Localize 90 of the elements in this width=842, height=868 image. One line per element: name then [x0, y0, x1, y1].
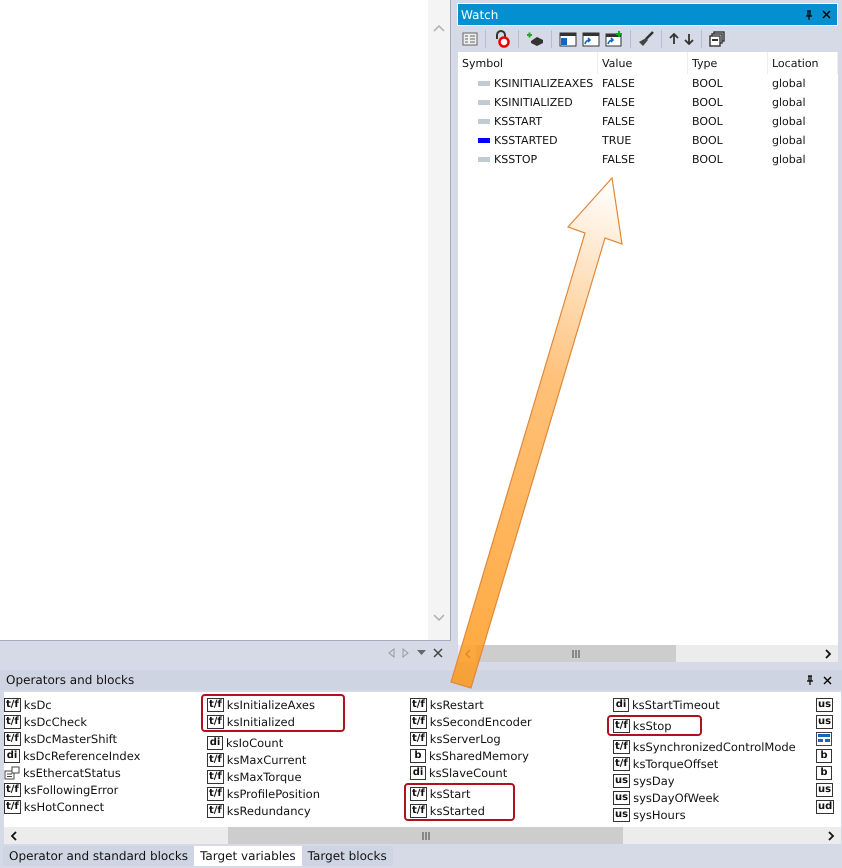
type-badge: t/f: [4, 800, 21, 814]
table-cell: global: [772, 153, 806, 166]
table-cell: KSSTART: [494, 115, 542, 128]
list-item[interactable]: ksFollowingError: [24, 782, 118, 796]
type-badge: t/f: [207, 752, 224, 766]
type-badge: ud: [816, 800, 834, 814]
type-badge: us: [816, 698, 834, 712]
list-item[interactable]: ksSlaveCount: [429, 766, 508, 780]
type-badge: di: [207, 736, 223, 750]
type-badge: t/f: [207, 714, 224, 728]
type-badge: b: [410, 748, 426, 762]
type-badge: t/f: [613, 718, 630, 732]
list-item[interactable]: ksInitialized: [226, 714, 295, 728]
column-header[interactable]: Value: [598, 52, 688, 74]
type-badge: us: [613, 790, 630, 804]
list-item[interactable]: ksSynchronizedControlMode: [632, 740, 796, 754]
list-item[interactable]: ksStartTimeout: [632, 698, 720, 712]
type-badge: t/f: [4, 714, 21, 728]
list-item[interactable]: ksDcCheck: [24, 714, 88, 728]
type-badge: t/f: [4, 782, 21, 796]
list-item[interactable]: ksTorqueOffset: [632, 756, 718, 770]
list-item[interactable]: ksMaxTorque: [226, 770, 302, 784]
tab[interactable]: Target blocks: [302, 846, 393, 866]
list-item[interactable]: ksServerLog: [430, 732, 501, 746]
column-header[interactable]: Symbol: [458, 52, 598, 74]
table-cell: global: [772, 77, 806, 90]
table-cell: KSINITIALIZEAXES: [494, 77, 594, 90]
type-badge: t/f: [613, 740, 630, 754]
type-badge: us: [613, 808, 630, 822]
type-badge: b: [816, 766, 832, 780]
tab[interactable]: Target variables: [194, 846, 302, 866]
table-cell: KSINITIALIZED: [494, 96, 573, 109]
table-cell: KSSTOP: [494, 153, 538, 166]
list-item[interactable]: ksInitializeAxes: [226, 698, 315, 712]
panel-title: Operators and blocks: [6, 673, 134, 687]
type-badge: us: [613, 774, 630, 788]
type-badge: di: [410, 766, 426, 780]
column-header[interactable]: Location: [768, 52, 838, 74]
list-item[interactable]: sysDayOfWeek: [633, 790, 720, 804]
list-item[interactable]: ksStart: [430, 786, 471, 800]
table-cell: BOOL: [692, 153, 723, 166]
list-item[interactable]: ksStop: [632, 718, 672, 732]
list-item[interactable]: ksDcMasterShift: [24, 732, 118, 746]
list-item[interactable]: ksRestart: [430, 698, 484, 712]
panel-title: Watch: [461, 8, 498, 22]
type-badge: t/f: [410, 714, 427, 728]
table-cell: global: [772, 96, 806, 109]
list-item[interactable]: ksIoCount: [226, 736, 284, 750]
table-cell: FALSE: [602, 153, 635, 166]
list-item[interactable]: ksMaxCurrent: [226, 752, 306, 766]
table-cell: BOOL: [692, 115, 723, 128]
list-item[interactable]: ksSecondEncoder: [430, 714, 532, 728]
list-item[interactable]: ksProfilePosition: [226, 786, 320, 800]
type-badge: t/f: [410, 732, 427, 746]
table-cell: BOOL: [692, 77, 723, 90]
table-cell: BOOL: [692, 96, 723, 109]
list-item[interactable]: ksHotConnect: [24, 800, 104, 814]
type-badge: t/f: [410, 786, 427, 800]
tab[interactable]: Operator and standard blocks: [3, 846, 194, 866]
table-cell: FALSE: [602, 96, 635, 109]
list-item[interactable]: ksSharedMemory: [429, 748, 529, 762]
type-badge: t/f: [4, 732, 21, 746]
table-cell: FALSE: [602, 115, 635, 128]
type-badge: t/f: [4, 698, 21, 712]
list-item[interactable]: sysDay: [633, 774, 675, 788]
table-cell: global: [772, 134, 806, 147]
list-item[interactable]: ksEthercatStatus: [23, 766, 121, 780]
type-badge: b: [816, 748, 832, 762]
table-cell: BOOL: [692, 134, 723, 147]
column-header[interactable]: Type: [688, 52, 768, 74]
type-badge: t/f: [207, 770, 224, 784]
type-badge: us: [816, 714, 834, 728]
table-cell: KSSTARTED: [494, 134, 558, 147]
type-badge: t/f: [613, 756, 630, 770]
type-badge: t/f: [207, 698, 224, 712]
list-item[interactable]: sysHours: [633, 808, 686, 822]
type-badge: t/f: [410, 804, 427, 818]
type-badge: di: [4, 748, 20, 762]
table-cell: FALSE: [602, 77, 635, 90]
list-item[interactable]: ksStarted: [430, 804, 485, 818]
type-badge: t/f: [207, 804, 224, 818]
type-badge: di: [613, 698, 629, 712]
list-item[interactable]: ksDc: [24, 698, 52, 712]
type-badge: us: [816, 782, 834, 796]
table-cell: TRUE: [602, 134, 632, 147]
type-badge: t/f: [410, 698, 427, 712]
table-cell: global: [772, 115, 806, 128]
list-item[interactable]: ksRedundancy: [226, 804, 311, 818]
type-badge: t/f: [207, 786, 224, 800]
list-item[interactable]: ksDcReferenceIndex: [23, 748, 140, 762]
